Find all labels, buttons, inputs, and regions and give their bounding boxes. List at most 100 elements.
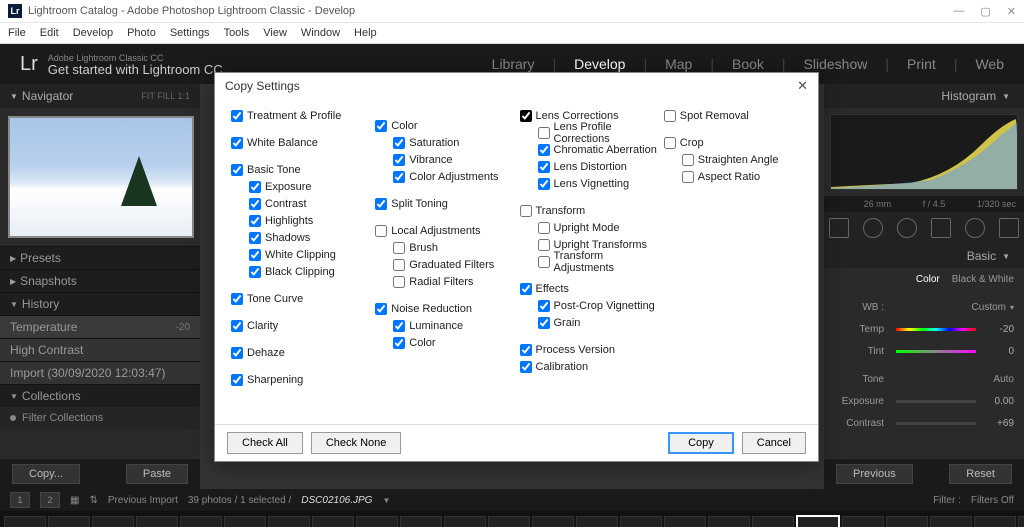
checkbox-input[interactable] xyxy=(538,317,550,329)
checkbox-input[interactable] xyxy=(520,361,532,373)
copy-button[interactable]: Copy xyxy=(668,432,734,454)
checkbox-calibration[interactable]: Calibration xyxy=(520,360,658,374)
menu-window[interactable]: Window xyxy=(301,27,340,39)
check-all-button[interactable]: Check All xyxy=(227,432,303,454)
checkbox-input[interactable] xyxy=(249,181,261,193)
checkbox-input[interactable] xyxy=(538,144,550,156)
gradient-tool-icon[interactable] xyxy=(931,218,951,238)
checkbox-input[interactable] xyxy=(520,205,532,217)
module-develop[interactable]: Develop xyxy=(574,56,625,72)
module-web[interactable]: Web xyxy=(975,56,1004,72)
filmstrip-thumb[interactable] xyxy=(930,516,972,527)
checkbox-input[interactable] xyxy=(375,120,387,132)
checkbox-input[interactable] xyxy=(538,256,550,268)
checkbox-input[interactable] xyxy=(231,164,243,176)
snapshots-section[interactable]: ▶Snapshots xyxy=(0,269,200,292)
checkbox-split-toning[interactable]: Split Toning xyxy=(375,197,513,211)
check-none-button[interactable]: Check None xyxy=(311,432,402,454)
checkbox-chromatic-aberration[interactable]: Chromatic Aberration xyxy=(538,143,658,157)
checkbox-white-clipping[interactable]: White Clipping xyxy=(249,248,369,262)
checkbox-input[interactable] xyxy=(231,320,243,332)
filmstrip-thumb[interactable] xyxy=(1018,516,1024,527)
reset-button[interactable]: Reset xyxy=(949,464,1012,484)
filmstrip[interactable] xyxy=(0,511,1024,527)
filmstrip-thumb[interactable] xyxy=(842,516,884,527)
checkbox-sharpening[interactable]: Sharpening xyxy=(231,373,369,387)
filmstrip-thumb[interactable] xyxy=(974,516,1016,527)
checkbox-upright-mode[interactable]: Upright Mode xyxy=(538,221,658,235)
checkbox-tone-curve[interactable]: Tone Curve xyxy=(231,292,369,306)
filmstrip-thumb[interactable] xyxy=(620,516,662,527)
checkbox-noise-reduction[interactable]: Noise Reduction xyxy=(375,302,513,316)
filmstrip-thumb[interactable] xyxy=(752,516,794,527)
filmstrip-thumb[interactable] xyxy=(576,516,618,527)
menu-help[interactable]: Help xyxy=(354,27,377,39)
module-library[interactable]: Library xyxy=(492,56,535,72)
checkbox-effects[interactable]: Effects xyxy=(520,282,658,296)
module-book[interactable]: Book xyxy=(732,56,764,72)
radial-tool-icon[interactable] xyxy=(965,218,985,238)
grid-icon[interactable]: ▦ xyxy=(70,495,79,506)
menu-view[interactable]: View xyxy=(263,27,287,39)
histogram-chart[interactable] xyxy=(830,114,1018,190)
checkbox-input[interactable] xyxy=(375,225,387,237)
checkbox-input[interactable] xyxy=(520,283,532,295)
checkbox-basic-tone[interactable]: Basic Tone xyxy=(231,163,369,177)
sort-icon[interactable]: ⇅ xyxy=(89,495,97,506)
cancel-button[interactable]: Cancel xyxy=(742,432,806,454)
page-2-button[interactable]: 2 xyxy=(40,492,60,508)
history-item[interactable]: Import (30/09/2020 12:03:47) xyxy=(0,361,200,384)
checkbox-color[interactable]: Color xyxy=(375,119,513,133)
checkbox-dehaze[interactable]: Dehaze xyxy=(231,346,369,360)
checkbox-black-clipping[interactable]: Black Clipping xyxy=(249,265,369,279)
checkbox-lens-profile-corrections[interactable]: Lens Profile Corrections xyxy=(538,126,658,140)
checkbox-transform[interactable]: Transform xyxy=(520,204,658,218)
checkbox-graduated-filters[interactable]: Graduated Filters xyxy=(393,258,513,272)
checkbox-input[interactable] xyxy=(231,374,243,386)
filters-off[interactable]: Filters Off xyxy=(971,495,1014,506)
checkbox-input[interactable] xyxy=(393,154,405,166)
history-item[interactable]: High Contrast xyxy=(0,338,200,361)
dropdown-icon[interactable]: ▾ xyxy=(1010,303,1014,312)
checkbox-input[interactable] xyxy=(393,337,405,349)
copy-button[interactable]: Copy... xyxy=(12,464,80,484)
filmstrip-thumb[interactable] xyxy=(488,516,530,527)
filmstrip-thumb[interactable] xyxy=(400,516,442,527)
module-slideshow[interactable]: Slideshow xyxy=(804,56,868,72)
filmstrip-thumb[interactable] xyxy=(356,516,398,527)
checkbox-luminance[interactable]: Luminance xyxy=(393,319,513,333)
checkbox-treatment-profile[interactable]: Treatment & Profile xyxy=(231,109,369,123)
close-icon[interactable]: ✕ xyxy=(797,78,808,94)
checkbox-straighten-angle[interactable]: Straighten Angle xyxy=(682,153,802,167)
checkbox-exposure[interactable]: Exposure xyxy=(249,180,369,194)
checkbox-input[interactable] xyxy=(538,178,550,190)
checkbox-crop[interactable]: Crop xyxy=(664,136,802,150)
checkbox-input[interactable] xyxy=(231,110,243,122)
filmstrip-thumb[interactable] xyxy=(444,516,486,527)
checkbox-radial-filters[interactable]: Radial Filters xyxy=(393,275,513,289)
checkbox-input[interactable] xyxy=(393,276,405,288)
checkbox-process-version[interactable]: Process Version xyxy=(520,343,658,357)
checkbox-post-crop-vignetting[interactable]: Post-Crop Vignetting xyxy=(538,299,658,313)
history-section[interactable]: ▼History xyxy=(0,292,200,315)
menu-tools[interactable]: Tools xyxy=(224,27,250,39)
module-map[interactable]: Map xyxy=(665,56,692,72)
checkbox-shadows[interactable]: Shadows xyxy=(249,231,369,245)
checkbox-input[interactable] xyxy=(249,232,261,244)
checkbox-brush[interactable]: Brush xyxy=(393,241,513,255)
checkbox-spot-removal[interactable]: Spot Removal xyxy=(664,109,802,123)
history-item[interactable]: Temperature-20 xyxy=(0,315,200,338)
maximize-button[interactable]: ▢ xyxy=(980,5,990,18)
checkbox-input[interactable] xyxy=(231,293,243,305)
checkbox-input[interactable] xyxy=(393,242,405,254)
filmstrip-thumb[interactable] xyxy=(180,516,222,527)
histogram-header[interactable]: Histogram▼ xyxy=(824,84,1024,108)
checkbox-input[interactable] xyxy=(538,239,550,251)
checkbox-input[interactable] xyxy=(664,110,676,122)
close-button[interactable]: ✕ xyxy=(1007,5,1016,18)
checkbox-input[interactable] xyxy=(682,171,694,183)
spot-tool-icon[interactable] xyxy=(863,218,883,238)
contrast-slider-row[interactable]: Contrast+69 xyxy=(824,412,1024,434)
checkbox-input[interactable] xyxy=(249,266,261,278)
checkbox-input[interactable] xyxy=(249,215,261,227)
